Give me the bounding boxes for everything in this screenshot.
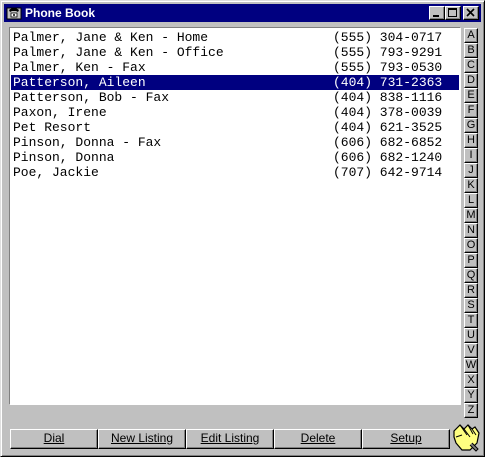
letter-tab-l[interactable]: L	[464, 193, 478, 208]
listing-row[interactable]: Pet Resort (404) 621-3525	[11, 120, 459, 135]
listing-row[interactable]: Palmer, Ken - Fax (555) 793-0530	[11, 60, 459, 75]
listing-row-selected[interactable]: Patterson, Aileen (404) 731-2363	[11, 75, 459, 90]
letter-tab-z[interactable]: Z	[464, 403, 478, 418]
listing-name: Patterson, Bob - Fax	[13, 90, 170, 105]
phone-book-icon[interactable]	[6, 5, 22, 21]
letter-tab-x[interactable]: X	[464, 373, 478, 388]
pointing-hand-icon[interactable]	[450, 421, 482, 453]
letter-tab-g[interactable]: G	[464, 118, 478, 133]
listing-name: Palmer, Ken - Fax	[13, 60, 146, 75]
letter-tab-y[interactable]: Y	[464, 388, 478, 403]
listing-row[interactable]: Poe, Jackie (707) 642-9714	[11, 165, 459, 180]
letter-tab-b[interactable]: B	[464, 43, 478, 58]
phone-book-window: Phone Book Palmer, Jane & Ken - Home (55…	[0, 0, 485, 457]
letter-tab-j[interactable]: J	[464, 163, 478, 178]
listing-phone: (404) 731-2363	[333, 75, 443, 90]
listing-phone: (555) 793-0530	[333, 60, 443, 75]
dial-button[interactable]: Dial	[10, 429, 98, 449]
listing-name: Palmer, Jane & Ken - Office	[13, 45, 224, 60]
edit-listing-button[interactable]: Edit Listing	[186, 429, 274, 449]
letter-tab-h[interactable]: H	[464, 133, 478, 148]
new-listing-button[interactable]: New Listing	[98, 429, 186, 449]
letter-tab-s[interactable]: S	[464, 298, 478, 313]
minimize-button[interactable]	[429, 6, 445, 20]
delete-button[interactable]: Delete	[274, 429, 362, 449]
letter-tab-r[interactable]: R	[464, 283, 478, 298]
listing-phone: (404) 621-3525	[333, 120, 443, 135]
letter-tab-f[interactable]: F	[464, 103, 478, 118]
listing-list[interactable]: Palmer, Jane & Ken - Home (555) 304-0717…	[9, 27, 461, 405]
letter-tab-p[interactable]: P	[464, 253, 478, 268]
letter-tab-q[interactable]: Q	[464, 268, 478, 283]
title-bar[interactable]: Phone Book	[4, 4, 481, 22]
maximize-icon	[448, 8, 457, 17]
window-title: Phone Book	[25, 6, 96, 20]
letter-tab-t[interactable]: T	[464, 313, 478, 328]
letter-tab-i[interactable]: I	[464, 148, 478, 163]
listing-name: Patterson, Aileen	[13, 75, 146, 90]
letter-tab-m[interactable]: M	[464, 208, 478, 223]
listing-phone: (404) 838-1116	[333, 90, 443, 105]
listing-row[interactable]: Palmer, Jane & Ken - Home (555) 304-0717	[11, 30, 459, 45]
letter-tab-a[interactable]: A	[464, 28, 478, 43]
letter-tab-n[interactable]: N	[464, 223, 478, 238]
listing-row[interactable]: Pinson, Donna (606) 682-1240	[11, 150, 459, 165]
maximize-button[interactable]	[445, 6, 461, 20]
listing-name: Palmer, Jane & Ken - Home	[13, 30, 209, 45]
listing-phone: (707) 642-9714	[333, 165, 443, 180]
listing-row[interactable]: Pinson, Donna - Fax (606) 682-6852	[11, 135, 459, 150]
setup-button[interactable]: Setup	[362, 429, 450, 449]
listing-name: Pinson, Donna - Fax	[13, 135, 162, 150]
listing-name: Pet Resort	[13, 120, 92, 135]
letter-tab-v[interactable]: V	[464, 343, 478, 358]
letter-tab-d[interactable]: D	[464, 73, 478, 88]
listing-row[interactable]: Paxon, Irene (404) 378-0039	[11, 105, 459, 120]
close-icon	[466, 8, 475, 17]
minimize-icon	[433, 15, 439, 17]
letter-tab-o[interactable]: O	[464, 238, 478, 253]
listing-phone: (606) 682-1240	[333, 150, 443, 165]
listing-name: Paxon, Irene	[13, 105, 107, 120]
listing-name: Pinson, Donna	[13, 150, 115, 165]
listing-row[interactable]: Patterson, Bob - Fax (404) 838-1116	[11, 90, 459, 105]
listing-phone: (404) 378-0039	[333, 105, 443, 120]
listing-row[interactable]: Palmer, Jane & Ken - Office (555) 793-92…	[11, 45, 459, 60]
close-button[interactable]	[463, 6, 479, 20]
listing-phone: (555) 304-0717	[333, 30, 443, 45]
listing-phone: (555) 793-9291	[333, 45, 443, 60]
letter-tab-c[interactable]: C	[464, 58, 478, 73]
letter-tab-e[interactable]: E	[464, 88, 478, 103]
listing-phone: (606) 682-6852	[333, 135, 443, 150]
letter-tab-u[interactable]: U	[464, 328, 478, 343]
letter-tab-k[interactable]: K	[464, 178, 478, 193]
listing-name: Poe, Jackie	[13, 165, 99, 180]
letter-tab-w[interactable]: W	[464, 358, 478, 373]
